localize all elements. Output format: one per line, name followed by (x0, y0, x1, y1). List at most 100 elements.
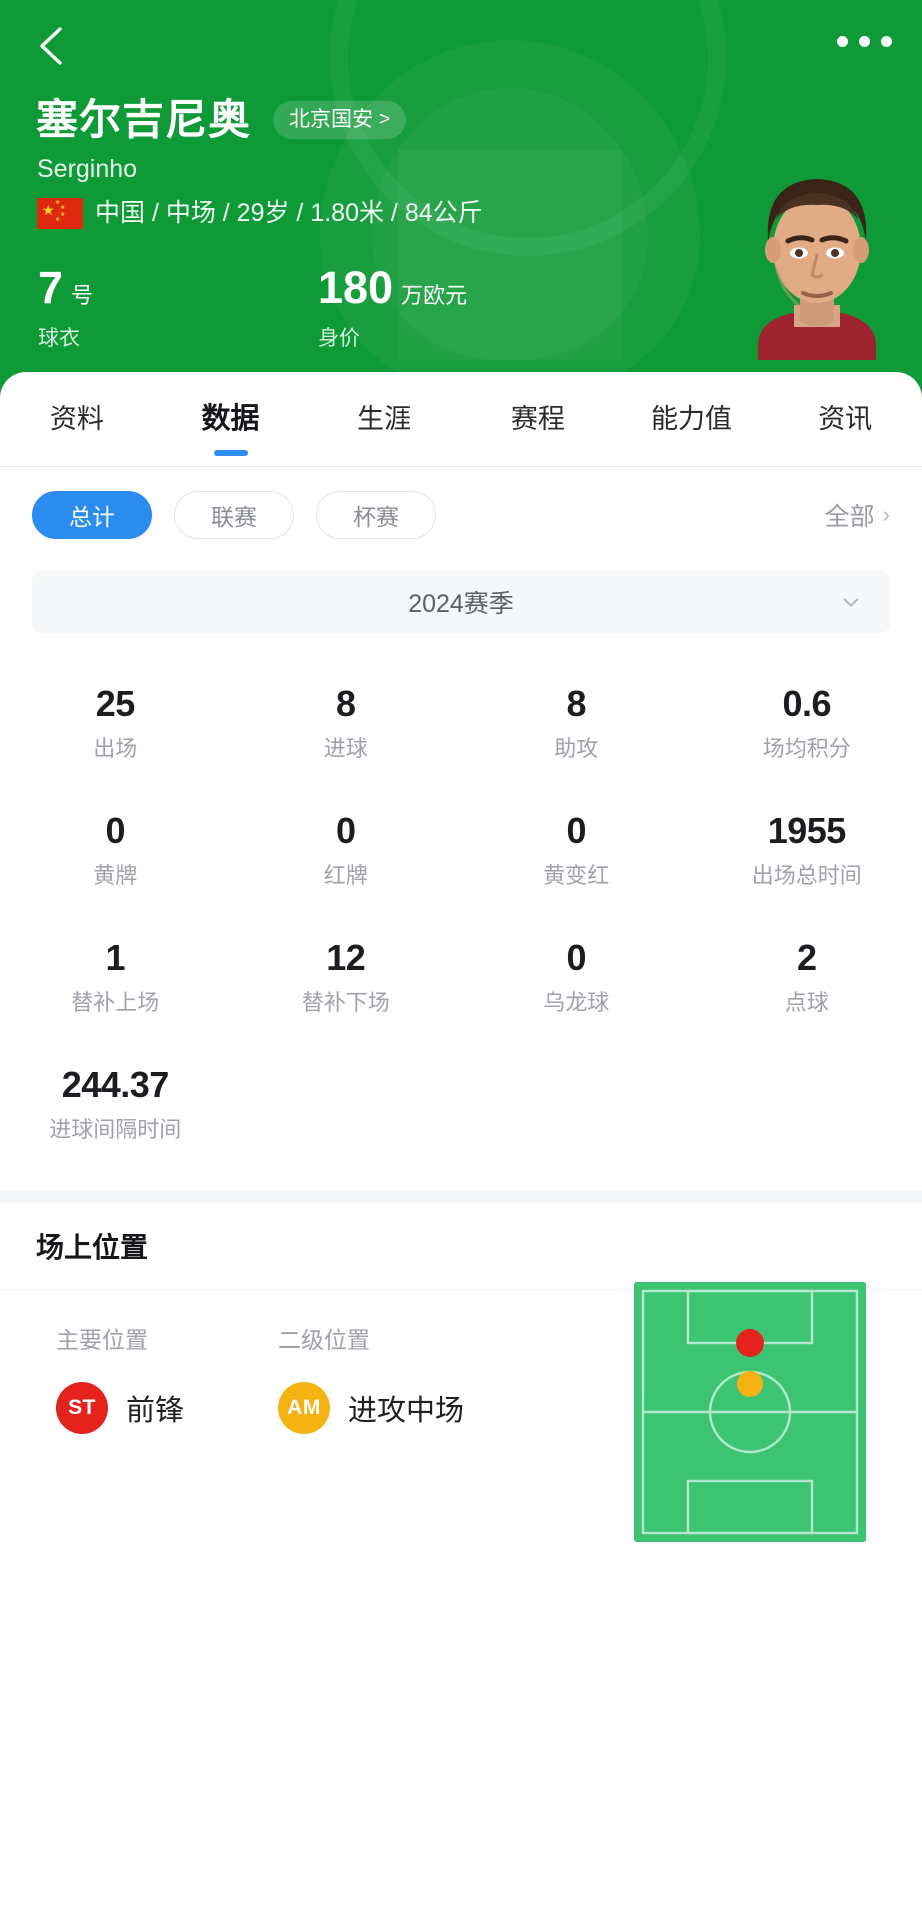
stat-value: 8 (335, 682, 356, 724)
secondary-position-block: 二级位置 AM 进攻中场 (278, 1324, 464, 1434)
football-pitch-diagram (634, 1282, 866, 1542)
market-value-block: 180 万欧元 身价 (318, 262, 467, 354)
market-value-unit: 万欧元 (401, 283, 468, 308)
view-all-label: 全部 (824, 503, 875, 531)
stat-value: 0 (566, 936, 587, 978)
stat-cell: 2 点球 (692, 913, 922, 1040)
position-section-title: 场上位置 (0, 1203, 922, 1290)
stat-cell: 1955 出场总时间 (692, 786, 922, 913)
tab-career-label: 生涯 (357, 404, 412, 434)
tab-data-underline (213, 450, 248, 456)
chevron-down-icon (843, 598, 859, 607)
primary-position-block: 主要位置 ST 前锋 (56, 1324, 184, 1434)
secondary-position-name: 进攻中场 (348, 1395, 465, 1427)
stat-label: 替补上场 (71, 989, 160, 1015)
secondary-position-badge: AM (278, 1382, 330, 1434)
stat-label: 黄变红 (543, 862, 610, 888)
more-horizontal-icon-dot1 (837, 36, 848, 47)
tab-profile[interactable]: 资料 (0, 372, 154, 466)
stat-label: 红牌 (323, 862, 368, 888)
market-value-amount: 180 (318, 262, 394, 313)
tab-bar: 资料 数据 生涯 赛程 能力值 资讯 (0, 372, 922, 467)
filter-row: 总计 联赛 杯赛 全部 › (0, 467, 922, 563)
stat-cell: 0 黄变红 (461, 786, 692, 913)
tab-news-label: 资讯 (818, 404, 873, 434)
flag-big-star: ★ (42, 201, 55, 218)
primary-position-label: 主要位置 (56, 1327, 148, 1353)
player-name-row: 塞尔吉尼奥 北京国安 > (36, 94, 407, 146)
player-portrait (742, 145, 892, 360)
player-key-values: 7 号 球衣 180 万欧元 身价 (38, 262, 467, 354)
primary-position-row: ST 前锋 (56, 1382, 184, 1434)
jersey-number-value: 7 (38, 262, 64, 313)
stat-value: 1 (105, 936, 126, 978)
flag-small-star-4: ★ (55, 216, 61, 223)
back-button[interactable] (22, 16, 82, 76)
view-all-button[interactable]: 全部 › (825, 497, 890, 533)
stat-cell: 8 进球 (231, 659, 462, 786)
stat-value: 0.6 (782, 682, 832, 724)
stat-label: 乌龙球 (543, 989, 610, 1015)
player-name: 塞尔吉尼奥 (36, 96, 252, 143)
team-link-pill[interactable]: 北京国安 > (273, 101, 407, 139)
jersey-number-label: 球衣 (38, 327, 80, 350)
stat-value: 25 (95, 682, 136, 724)
stat-label: 进球 (323, 735, 368, 761)
tab-fixtures[interactable]: 赛程 (461, 372, 615, 466)
stat-value: 1955 (767, 809, 847, 851)
stat-label: 进球间隔时间 (49, 1116, 182, 1142)
stat-cell: 0.6 场均积分 (692, 659, 922, 786)
tab-ratings[interactable]: 能力值 (615, 372, 769, 466)
more-horizontal-icon-dot3 (881, 36, 892, 47)
primary-position-badge: ST (56, 1382, 108, 1434)
chevron-left-icon (40, 27, 62, 65)
flag-small-star-2: ★ (60, 204, 66, 211)
flag-small-star-3: ★ (60, 211, 66, 218)
stat-label: 替补下场 (301, 989, 390, 1015)
stat-cell: 0 乌龙球 (461, 913, 692, 1040)
stat-cell: 12 替补下场 (231, 913, 462, 1040)
stat-label: 出场总时间 (751, 862, 862, 888)
season-selector[interactable]: 2024赛季 (32, 571, 890, 633)
stat-value: 2 (796, 936, 817, 978)
jersey-number-block: 7 号 球衣 (38, 262, 318, 354)
tab-career[interactable]: 生涯 (307, 372, 461, 466)
season-selector-label: 2024赛季 (408, 590, 514, 618)
stat-value: 0 (566, 809, 587, 851)
china-flag-icon: ★ ★ ★ ★ ★ (37, 197, 83, 229)
team-name: 北京国安 (289, 108, 374, 131)
secondary-position-marker (737, 1371, 763, 1397)
stats-grid: 25 出场 8 进球 8 助攻 0.6 场均积分 0 黄牌 0 红牌 0 黄变红… (0, 633, 922, 1167)
primary-position-name: 前锋 (126, 1395, 185, 1427)
filter-chip-cup[interactable]: 杯赛 (316, 491, 436, 539)
stat-cell: 1 替补上场 (0, 913, 231, 1040)
position-section: 主要位置 ST 前锋 二级位置 AM 进攻中场 (0, 1282, 922, 1620)
jersey-number-unit: 号 (71, 283, 94, 308)
top-bar (0, 0, 922, 90)
filter-chip-league[interactable]: 联赛 (174, 491, 294, 539)
tab-news[interactable]: 资讯 (768, 372, 922, 466)
chevron-right-icon: > (379, 109, 391, 130)
secondary-position-label: 二级位置 (278, 1327, 370, 1353)
stat-cell: 0 红牌 (231, 786, 462, 913)
stat-label: 出场 (93, 735, 138, 761)
player-meta-text: 中国 / 中场 / 29岁 / 1.80米 / 84公斤 (95, 199, 483, 227)
more-horizontal-icon-dot2 (859, 36, 870, 47)
filter-chip-total[interactable]: 总计 (32, 491, 152, 539)
section-divider (0, 1191, 922, 1203)
tab-profile-label: 资料 (49, 404, 104, 434)
stat-value: 12 (326, 936, 366, 978)
tab-data-label: 数据 (201, 403, 260, 435)
stat-label: 场均积分 (762, 735, 851, 761)
stat-cell: 0 黄牌 (0, 786, 231, 913)
tab-data[interactable]: 数据 (154, 372, 308, 466)
more-options-button[interactable] (833, 28, 896, 55)
secondary-position-row: AM 进攻中场 (278, 1382, 464, 1434)
stat-label: 助攻 (554, 735, 599, 761)
tab-fixtures-label: 赛程 (510, 404, 565, 434)
player-alias: Serginho (37, 155, 138, 183)
tab-ratings-label: 能力值 (651, 404, 733, 434)
player-profile-screen: 塞尔吉尼奥 北京国安 > Serginho ★ ★ ★ ★ ★ 中国 / 中场 … (0, 0, 922, 1920)
stat-cell: 25 出场 (0, 659, 231, 786)
stat-value: 0 (105, 809, 126, 851)
